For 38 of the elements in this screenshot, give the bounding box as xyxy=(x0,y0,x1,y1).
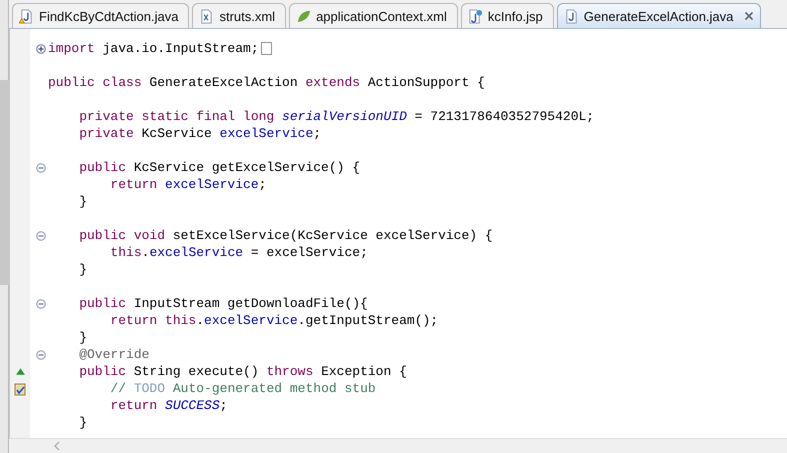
expand-icon[interactable] xyxy=(36,44,46,54)
code-line: } xyxy=(78,262,88,277)
scrollbar[interactable] xyxy=(0,80,9,285)
code-line: } xyxy=(78,330,88,345)
task-icon[interactable] xyxy=(14,382,26,396)
code-line: public InputStream getDownloadFile(){ xyxy=(78,296,368,311)
collapse-icon[interactable] xyxy=(36,162,46,172)
editor-tab[interactable]: struts.xml xyxy=(192,3,286,28)
collapse-icon[interactable] xyxy=(36,298,46,308)
override-triangle-icon[interactable] xyxy=(14,367,26,376)
folded-code-marker[interactable] xyxy=(260,42,272,55)
code-line: public class GenerateExcelAction extends ActionSupport { xyxy=(48,75,485,90)
code-line: return excelService; xyxy=(109,177,266,192)
code-line: public KcService getExcelService() { xyxy=(78,160,360,175)
code-line: return SUCCESS; xyxy=(109,398,228,413)
jsp-file-icon xyxy=(468,8,483,24)
code-line: private KcService excelService; xyxy=(78,126,322,141)
code-line: } xyxy=(78,194,88,209)
code-line: // TODO Auto-generated method stub xyxy=(109,381,376,396)
code-line: public void setExcelService(KcService excelService) { xyxy=(78,228,493,243)
code-line: return this.excelService.getInputStream(); xyxy=(109,313,438,328)
editor-tab[interactable]: GenerateExcelAction.java xyxy=(556,3,762,28)
code-line: public String execute() throws Exception { xyxy=(78,364,407,379)
leaf-icon xyxy=(296,8,312,24)
editor-tab[interactable]: FindKcByCdtAction.java xyxy=(12,3,190,28)
code-line: private static final long serialVersionUID = 7213178640352795420L; xyxy=(78,109,594,124)
java-file-icon xyxy=(564,8,579,24)
java-file-warning-icon xyxy=(19,8,34,24)
xml-file-icon xyxy=(199,8,214,24)
editor-tab[interactable]: kcInfo.jsp xyxy=(460,3,554,28)
collapse-icon[interactable] xyxy=(36,230,46,240)
code-line: import java.io.InputStream; xyxy=(48,41,259,56)
close-icon[interactable] xyxy=(744,11,754,21)
code-line: this.excelService = excelService; xyxy=(109,245,368,260)
code-line: @Override xyxy=(78,347,150,362)
collapse-icon[interactable] xyxy=(36,350,46,360)
editor-tab[interactable]: applicationContext.xml xyxy=(289,3,458,28)
code-line: } xyxy=(78,415,88,430)
